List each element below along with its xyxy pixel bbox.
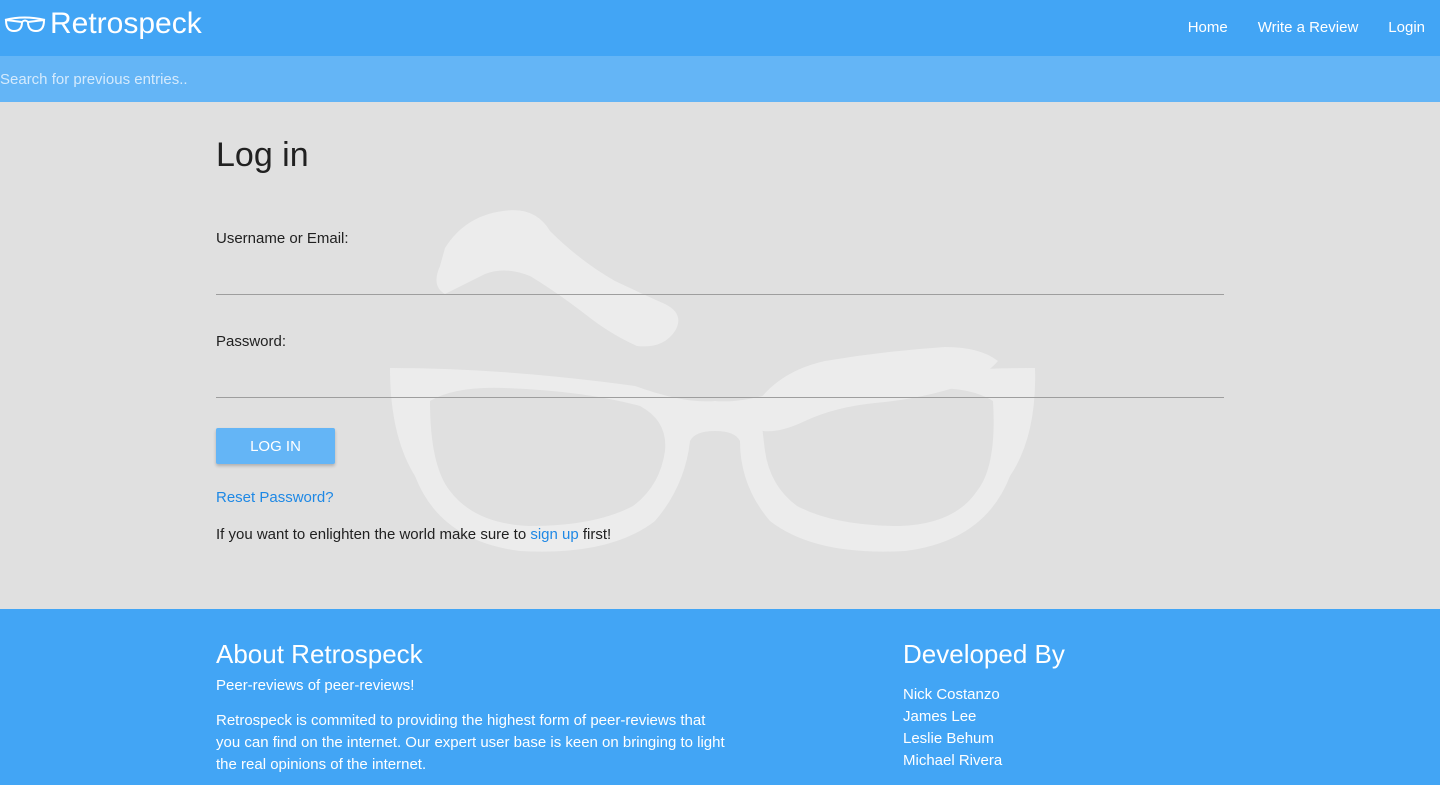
developers-title: Developed By bbox=[903, 639, 1065, 669]
glasses-icon bbox=[4, 16, 46, 33]
username-label: Username or Email: bbox=[216, 230, 349, 247]
signup-suffix: first! bbox=[578, 526, 612, 543]
developer-item: Nick Costanzo bbox=[903, 686, 1000, 703]
signup-prefix: If you want to enlighten the world make … bbox=[216, 526, 531, 543]
signup-link[interactable]: sign up bbox=[530, 526, 578, 543]
nav-write-review[interactable]: Write a Review bbox=[1243, 0, 1374, 56]
developer-item: James Lee bbox=[903, 708, 977, 725]
about-title: About Retrospeck bbox=[216, 639, 423, 669]
about-tagline: Peer-reviews of peer-reviews! bbox=[216, 677, 415, 694]
nav-home[interactable]: Home bbox=[1173, 0, 1243, 56]
footer: About Retrospeck Peer-reviews of peer-re… bbox=[0, 609, 1440, 785]
nav-login[interactable]: Login bbox=[1373, 0, 1440, 56]
brand-logo[interactable]: Retrospeck bbox=[4, 4, 202, 44]
brand-name: Retrospeck bbox=[50, 7, 202, 40]
developer-list: Nick Costanzo James Lee Leslie Behum Mic… bbox=[903, 684, 1002, 772]
search-input[interactable] bbox=[0, 56, 1440, 102]
login-section: Log in Username or Email: Password: LOG … bbox=[0, 102, 1440, 609]
top-navbar: Retrospeck Home Write a Review Login bbox=[0, 0, 1440, 56]
signup-prompt: If you want to enlighten the world make … bbox=[216, 526, 611, 543]
password-field[interactable] bbox=[216, 368, 1224, 398]
page-title: Log in bbox=[216, 136, 309, 174]
developer-item: Leslie Behum bbox=[903, 730, 994, 747]
login-button[interactable]: LOG IN bbox=[216, 428, 335, 464]
username-field[interactable] bbox=[216, 265, 1224, 295]
about-description: Retrospeck is commited to providing the … bbox=[216, 712, 725, 773]
reset-password-link[interactable]: Reset Password? bbox=[216, 489, 334, 506]
developer-item: Michael Rivera bbox=[903, 752, 1003, 769]
search-bar bbox=[0, 56, 1440, 102]
password-label: Password: bbox=[216, 333, 287, 350]
main-nav: Home Write a Review Login bbox=[1173, 0, 1440, 56]
